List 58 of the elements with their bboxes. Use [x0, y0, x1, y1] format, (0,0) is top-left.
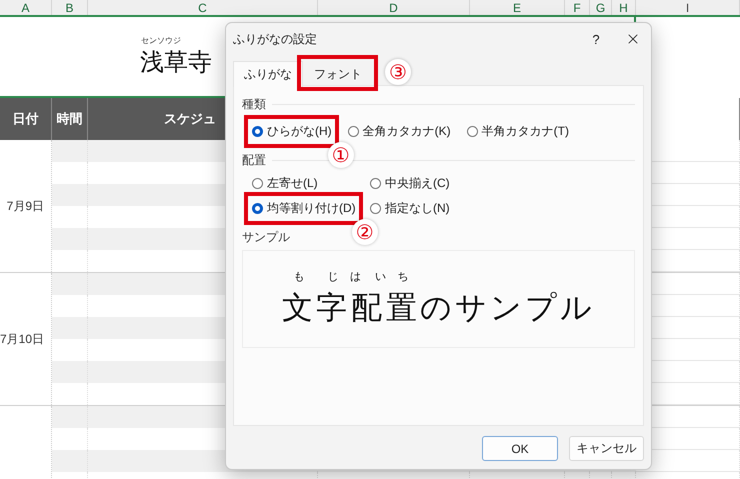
column-title: 時間	[56, 110, 82, 128]
sample-text: 配	[351, 289, 385, 327]
tab[interactable]: ふりがな	[233, 61, 303, 87]
date-text: 7月9日	[6, 198, 44, 214]
radio-option[interactable]: ひらがな(H)	[250, 121, 334, 142]
furigana-text: はい	[350, 270, 400, 285]
radio-icon[interactable]	[252, 203, 263, 214]
sample-text: 置	[386, 289, 420, 327]
table-cell	[52, 406, 88, 428]
radio-icon[interactable]	[466, 126, 478, 137]
radio-option[interactable]: 全角カタカナ(K)	[346, 121, 453, 142]
step-number: ①	[328, 142, 354, 168]
table-cell	[52, 228, 88, 250]
table-cell	[52, 361, 88, 383]
dialog-button[interactable]: OK	[482, 436, 558, 461]
column-header[interactable]: I	[636, 0, 740, 15]
column-header[interactable]: B	[52, 0, 88, 15]
help-button[interactable]: ?	[581, 32, 611, 46]
column-header[interactable]: D	[318, 0, 470, 15]
table-cell	[52, 317, 88, 339]
column-title: 日付	[12, 110, 38, 128]
sample-text: のサンプル	[420, 289, 595, 327]
table-cell	[52, 450, 88, 472]
radio-option[interactable]: 左寄せ(L)	[250, 173, 320, 194]
column-title: スケジュ	[164, 110, 216, 128]
radio-icon[interactable]	[348, 126, 359, 137]
furigana-text: も	[294, 270, 318, 285]
table-cell	[52, 140, 88, 162]
date-text: 7月10日	[0, 330, 44, 348]
radio-icon[interactable]	[252, 126, 263, 137]
radio-option[interactable]: 半角カタカナ(T)	[464, 121, 571, 142]
section-label: 種類	[242, 96, 266, 113]
column-header[interactable]: F	[565, 0, 590, 15]
section-label: サンプル	[242, 229, 290, 246]
column-header[interactable]: G	[590, 0, 612, 15]
tab[interactable]: フォント	[303, 61, 373, 87]
sample-text: 字	[316, 289, 350, 327]
sheet-title: 浅草寺	[140, 48, 212, 78]
step-number: ②	[352, 219, 378, 245]
furigana-text: ち	[398, 270, 422, 285]
title-furigana: センソウジ	[141, 35, 181, 46]
dialog-title: ふりがなの設定	[233, 30, 318, 48]
radio-icon[interactable]	[370, 203, 381, 214]
sample-text: 文	[282, 289, 316, 327]
column-header[interactable]: A	[0, 0, 52, 15]
radio-option[interactable]: 均等割り付け(D)	[250, 198, 358, 219]
radio-option[interactable]: 指定なし(N)	[368, 198, 452, 219]
step-number: ③	[385, 59, 411, 85]
column-header[interactable]: C	[88, 0, 318, 15]
radio-icon[interactable]	[370, 178, 381, 189]
dialog-button[interactable]: キャンセル	[569, 436, 644, 461]
column-header[interactable]: E	[470, 0, 565, 15]
column-header[interactable]: H	[612, 0, 636, 15]
section-label: 配置	[242, 152, 266, 169]
table-cell	[52, 273, 88, 295]
radio-icon[interactable]	[252, 178, 263, 189]
table-cell	[52, 184, 88, 206]
radio-option[interactable]: 中央揃え(C)	[368, 173, 452, 194]
